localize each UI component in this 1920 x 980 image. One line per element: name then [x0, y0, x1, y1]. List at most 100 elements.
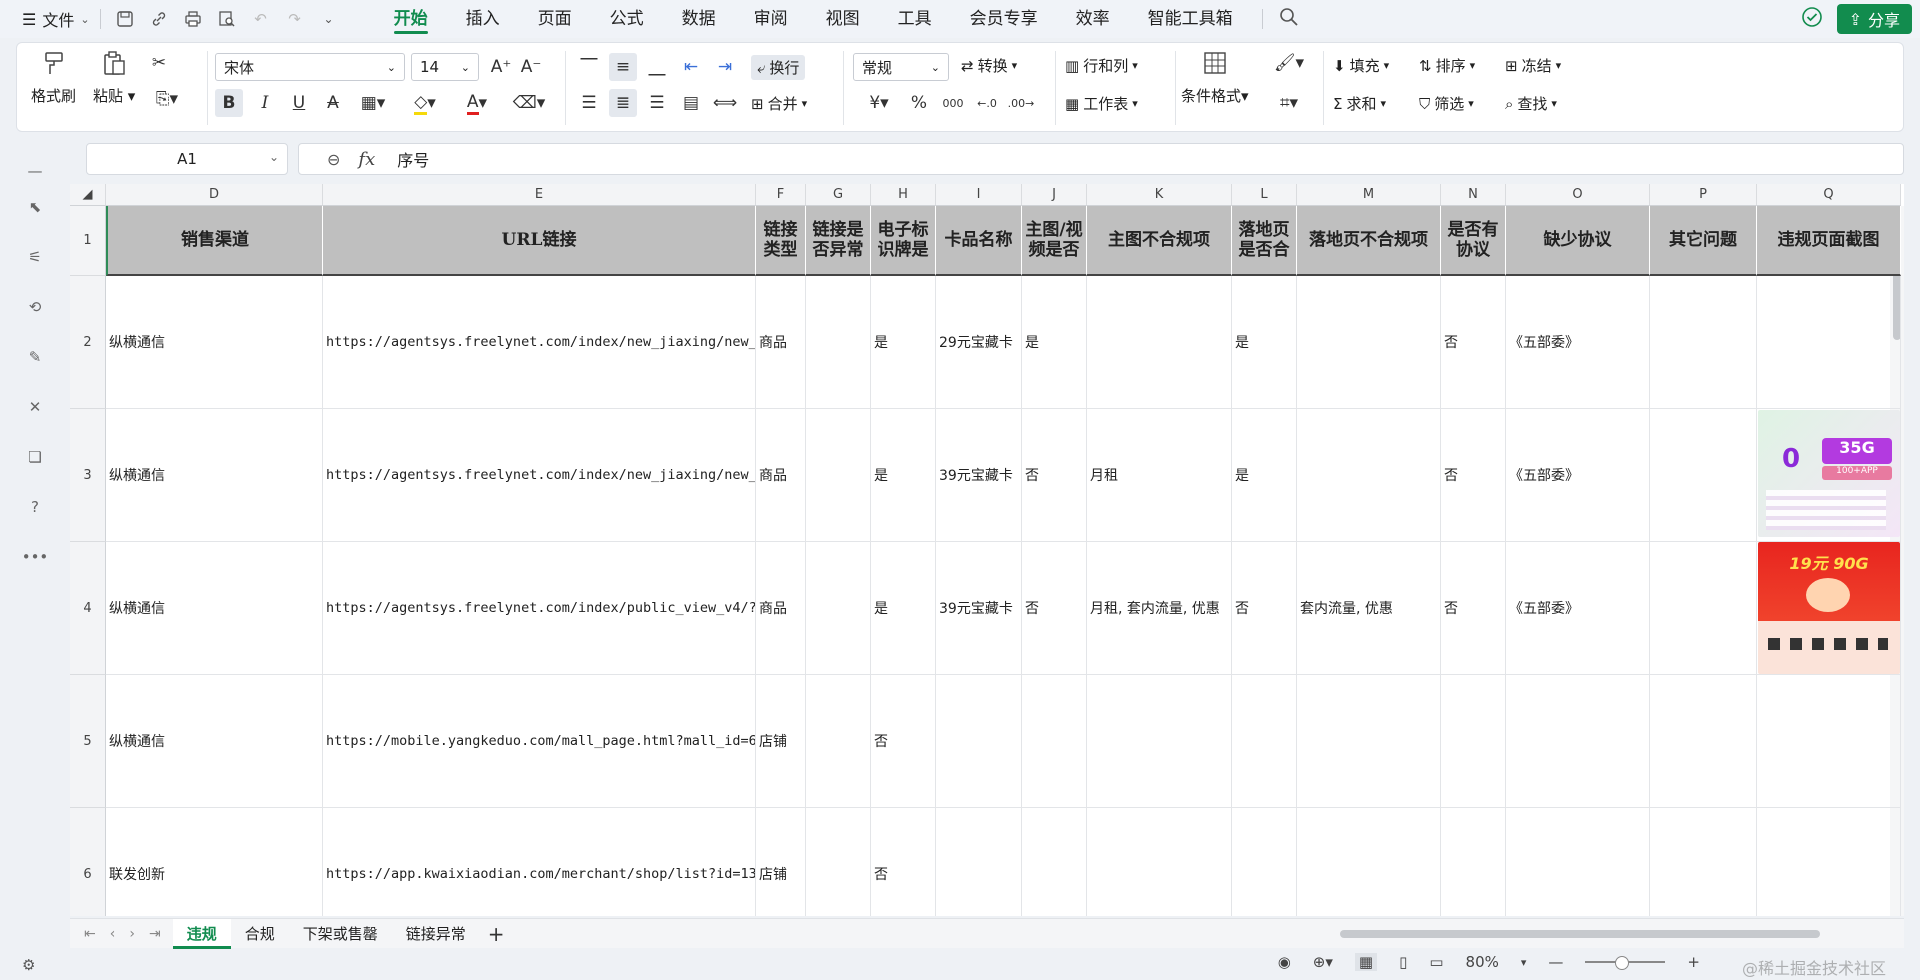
more-chevron-icon[interactable]: ⌄	[319, 9, 339, 29]
cell-style-icon[interactable]: 🖌▾	[1269, 49, 1309, 77]
worksheet-button[interactable]: ▦ 工作表 ▾	[1065, 93, 1138, 114]
horizontal-scrollbar[interactable]	[1270, 929, 1890, 939]
underline-icon[interactable]: U	[285, 89, 313, 117]
table-cell[interactable]: 是	[871, 409, 936, 542]
align-top-icon[interactable]: ⎺	[575, 53, 603, 81]
transform-icon[interactable]: ⟲	[22, 294, 48, 320]
header-cell[interactable]: 链接是否异常	[806, 206, 871, 276]
save-icon[interactable]	[115, 9, 135, 29]
table-cell[interactable]	[1297, 409, 1441, 542]
eye-protect-icon[interactable]: ◉	[1278, 953, 1291, 971]
table-cell[interactable]	[1757, 808, 1901, 916]
column-header[interactable]: M	[1297, 184, 1441, 206]
column-header[interactable]: Q	[1757, 184, 1901, 206]
table-cell[interactable]: 纵横通信	[106, 675, 323, 808]
violation-screenshot-thumbnail[interactable]: 19元 90G	[1758, 542, 1900, 674]
format-painter-button[interactable]: 格式刷	[31, 49, 76, 106]
zoom-in-icon[interactable]: +	[1687, 953, 1700, 971]
zoom-formula-icon[interactable]: ⊖	[327, 150, 340, 169]
table-cell[interactable]	[806, 542, 871, 675]
table-cell[interactable]: 是	[1232, 276, 1297, 409]
table-cell[interactable]: 月租	[1087, 409, 1232, 542]
column-header[interactable]: P	[1650, 184, 1757, 206]
table-cell[interactable]: 否	[1441, 542, 1506, 675]
convert-button[interactable]: ⇄ 转换 ▾	[961, 55, 1017, 76]
help-icon[interactable]: ?	[22, 494, 48, 520]
add-sheet-icon[interactable]: +	[488, 922, 505, 946]
tab-6[interactable]: 视图	[807, 0, 879, 38]
table-cell[interactable]: https://app.kwaixiaodian.com/merchant/sh…	[323, 808, 756, 916]
row-col-button[interactable]: ▥ 行和列 ▾	[1065, 55, 1138, 76]
table-cell[interactable]: 否	[1441, 276, 1506, 409]
column-header[interactable]: K	[1087, 184, 1232, 206]
header-cell[interactable]: 卡品名称	[936, 206, 1022, 276]
table-cell[interactable]: https://agentsys.freelynet.com/index/pub…	[323, 542, 756, 675]
normal-view-icon[interactable]: ▦	[1354, 953, 1378, 971]
table-cell[interactable]: 店铺	[756, 675, 806, 808]
table-cell[interactable]: 否	[871, 808, 936, 916]
pointer-icon[interactable]: ⬉	[22, 194, 48, 220]
table-cell[interactable]: 联发创新	[106, 808, 323, 916]
book-icon[interactable]: ❏	[22, 444, 48, 470]
table-cell[interactable]: 是	[1022, 276, 1087, 409]
header-cell[interactable]: 主图/视频是否	[1022, 206, 1087, 276]
align-bottom-icon[interactable]: ⎽	[643, 53, 671, 81]
table-cell[interactable]: 店铺	[756, 808, 806, 916]
column-header[interactable]: G	[806, 184, 871, 206]
table-cell[interactable]: 是	[1232, 409, 1297, 542]
table-cell[interactable]	[1087, 276, 1232, 409]
table-cell[interactable]	[806, 675, 871, 808]
undo-icon[interactable]: ↶	[251, 9, 271, 29]
table-cell[interactable]	[1650, 409, 1757, 542]
italic-icon[interactable]: I	[251, 89, 279, 117]
header-cell[interactable]: 落地页是否合	[1232, 206, 1297, 276]
search-icon[interactable]	[1279, 7, 1299, 31]
page-break-icon[interactable]: ▭	[1429, 953, 1443, 971]
table-cell[interactable]: https://mobile.yangkeduo.com/mall_page.h…	[323, 675, 756, 808]
table-cell[interactable]: 套内流量, 优惠	[1297, 542, 1441, 675]
table-cell[interactable]	[1650, 675, 1757, 808]
chevron-down-icon[interactable]: ▾	[1521, 956, 1527, 969]
tab-5[interactable]: 审阅	[735, 0, 807, 38]
column-header[interactable]: J	[1022, 184, 1087, 206]
table-cell[interactable]: 是	[871, 542, 936, 675]
table-cell[interactable]	[806, 808, 871, 916]
ai-write-icon[interactable]: ✎	[22, 344, 48, 370]
header-cell[interactable]: 是否有协议	[1441, 206, 1506, 276]
bold-icon[interactable]: B	[215, 89, 243, 117]
column-header[interactable]: H	[871, 184, 936, 206]
table-cell[interactable]	[806, 409, 871, 542]
table-cell[interactable]: 否	[1022, 542, 1087, 675]
table-cell[interactable]	[1297, 276, 1441, 409]
prev-sheet-icon[interactable]: ‹	[110, 926, 116, 942]
more-icon[interactable]: •••	[22, 544, 49, 570]
table-cell[interactable]	[1650, 542, 1757, 675]
align-center-icon[interactable]: ≣	[609, 89, 637, 117]
currency-icon[interactable]: ¥ ▾	[859, 89, 899, 117]
table-cell[interactable]: 商品	[756, 409, 806, 542]
table-cell[interactable]	[1441, 675, 1506, 808]
formula-bar[interactable]: ⊖ fx 序号	[298, 143, 1904, 175]
redo-icon[interactable]: ↷	[285, 9, 305, 29]
violation-screenshot-thumbnail[interactable]: 0 35G 100+APP	[1758, 410, 1900, 537]
table-cell[interactable]	[1087, 675, 1232, 808]
table-cell[interactable]	[1232, 675, 1297, 808]
header-cell[interactable]: 电子标识牌是	[871, 206, 936, 276]
tab-4[interactable]: 数据	[663, 0, 735, 38]
file-menu[interactable]: ☰ 文件 ⌄	[22, 7, 90, 31]
table-cell[interactable]	[1757, 276, 1901, 409]
cut-icon[interactable]: ✂	[145, 49, 173, 77]
zoom-value[interactable]: 80%	[1466, 953, 1499, 971]
sum-button[interactable]: Σ 求和 ▾	[1333, 93, 1386, 114]
row-header[interactable]: 2	[70, 276, 106, 409]
percent-icon[interactable]: %	[905, 89, 933, 117]
sheet-tab[interactable]: 违规	[172, 918, 231, 949]
table-cell[interactable]: https://agentsys.freelynet.com/index/new…	[323, 409, 756, 542]
table-cell[interactable]	[1757, 675, 1901, 808]
tab-2[interactable]: 页面	[519, 0, 591, 38]
row-header[interactable]: 6	[70, 808, 106, 916]
header-cell[interactable]: 缺少协议	[1506, 206, 1650, 276]
increase-decimal-icon[interactable]: ←.0	[973, 89, 1001, 117]
row-header[interactable]: 4	[70, 542, 106, 675]
decrease-font-icon[interactable]: A⁻	[517, 53, 545, 81]
